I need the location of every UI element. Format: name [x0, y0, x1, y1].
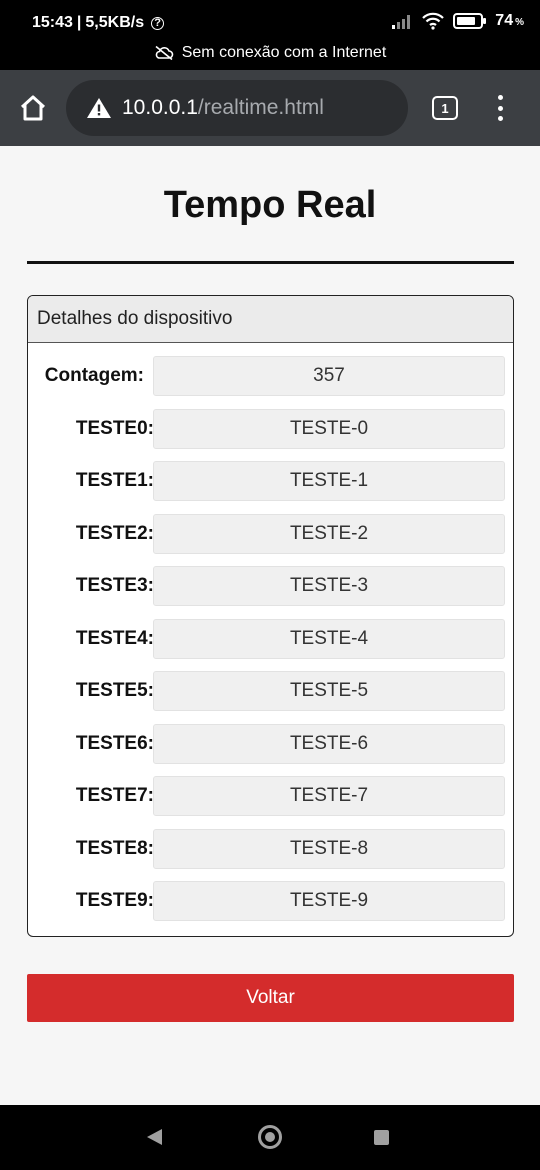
- status-bar: 15:43 | 5,5KB/s ? 74% Sem conexão com a …: [0, 0, 540, 70]
- offline-cloud-icon: [155, 45, 174, 61]
- row-label: TESTE8:: [75, 837, 154, 859]
- detail-row-teste7: TESTE7: TESTE-7: [28, 776, 513, 829]
- row-label: TESTE4:: [75, 627, 154, 649]
- help-icon: ?: [151, 16, 165, 30]
- row-label: Contagem:: [44, 365, 144, 386]
- row-label: TESTE7:: [75, 785, 154, 806]
- detail-row-teste9: TESTE9: TESTE-9: [28, 881, 513, 934]
- row-label: TESTE0:: [75, 417, 154, 439]
- detail-row-teste2: TESTE2: TESTE-2: [28, 513, 513, 567]
- browser-toolbar: 10.0.0.1/realtime.html 1: [0, 70, 540, 146]
- row-label: TESTE6:: [75, 732, 154, 754]
- row-label: TESTE2:: [75, 522, 154, 544]
- row-value: TESTE-3: [153, 566, 505, 606]
- row-value: TESTE-2: [153, 513, 505, 554]
- wifi-icon: [422, 12, 445, 30]
- nav-back-icon[interactable]: [147, 1129, 162, 1145]
- battery-icon: [453, 13, 487, 29]
- details-list: Contagem: 357 TESTE0: TESTE-0 TESTE1: TE…: [28, 343, 513, 934]
- nav-home-icon[interactable]: [258, 1125, 282, 1149]
- offline-text: Sem conexão com a Internet: [181, 44, 387, 61]
- row-label: TESTE3:: [75, 575, 154, 596]
- card-header: Detalhes do dispositivo: [28, 296, 513, 343]
- back-button[interactable]: Voltar: [27, 974, 514, 1022]
- nav-recents-icon[interactable]: [374, 1130, 389, 1145]
- url-bar[interactable]: 10.0.0.1/realtime.html: [66, 80, 408, 136]
- battery-level: 74%: [495, 12, 524, 29]
- title-divider: [27, 261, 514, 264]
- detail-row-teste1: TESTE1: TESTE-1: [28, 461, 513, 514]
- detail-row-teste8: TESTE8: TESTE-8: [28, 828, 513, 882]
- offline-notice: Sem conexão com a Internet: [0, 44, 540, 62]
- signal-icon: [392, 15, 411, 29]
- detail-row-teste5: TESTE5: TESTE-5: [28, 671, 513, 724]
- detail-row-teste0: TESTE0: TESTE-0: [28, 408, 513, 462]
- page-title: Tempo Real: [163, 184, 377, 226]
- row-label: TESTE1:: [75, 470, 154, 491]
- row-value: TESTE-9: [153, 881, 505, 921]
- home-button[interactable]: [14, 90, 52, 126]
- url-text[interactable]: 10.0.0.1/realtime.html: [122, 96, 324, 120]
- network-speed: 5,5KB/s: [85, 14, 145, 31]
- detail-row-contagem: Contagem: 357: [28, 356, 513, 409]
- detail-row-teste6: TESTE6: TESTE-6: [28, 723, 513, 777]
- warning-icon: [87, 98, 111, 118]
- device-details-card: Detalhes do dispositivo Contagem: 357 TE…: [27, 295, 514, 937]
- row-value: TESTE-7: [153, 776, 505, 816]
- navigation-bar: [0, 1105, 540, 1170]
- status-left: 15:43 | 5,5KB/s ?: [32, 14, 165, 32]
- row-value: 357: [153, 356, 505, 396]
- row-label: TESTE9:: [75, 890, 154, 911]
- row-value: TESTE-4: [153, 618, 505, 659]
- row-value: TESTE-5: [153, 671, 505, 711]
- row-value: TESTE-6: [153, 723, 505, 764]
- row-value: TESTE-1: [153, 461, 505, 501]
- detail-row-teste3: TESTE3: TESTE-3: [28, 566, 513, 619]
- overflow-menu-icon[interactable]: [490, 92, 510, 124]
- status-right: 74%: [391, 12, 524, 30]
- detail-row-teste4: TESTE4: TESTE-4: [28, 618, 513, 672]
- row-value: TESTE-8: [153, 828, 505, 869]
- row-value: TESTE-0: [153, 408, 505, 449]
- home-icon: [20, 95, 46, 121]
- tab-switcher-icon[interactable]: 1: [432, 96, 458, 120]
- status-time: 15:43: [32, 14, 73, 31]
- row-label: TESTE5:: [75, 680, 154, 701]
